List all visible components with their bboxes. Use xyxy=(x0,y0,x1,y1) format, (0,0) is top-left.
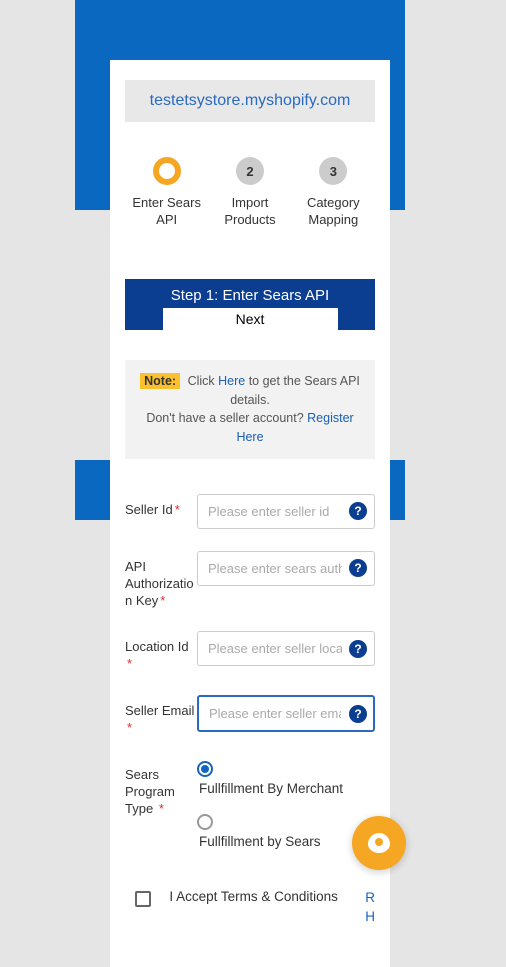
radio-merchant[interactable]: Fullfillment By Merchant xyxy=(197,761,375,796)
terms-row: I Accept Terms & Conditions RH xyxy=(125,889,375,927)
terms-link[interactable]: RH xyxy=(365,889,375,927)
terms-checkbox[interactable] xyxy=(135,891,151,907)
label-seller-id: Seller Id* xyxy=(125,494,197,519)
radio-circle-sears[interactable] xyxy=(197,814,213,830)
radio-circle-merchant[interactable] xyxy=(197,761,213,777)
help-icon[interactable]: ? xyxy=(349,502,367,520)
next-button[interactable]: Next xyxy=(163,308,338,330)
help-icon[interactable]: ? xyxy=(349,559,367,577)
radio-label-merchant: Fullfillment By Merchant xyxy=(199,781,375,796)
note-link-here[interactable]: Here xyxy=(218,374,245,388)
step-2[interactable]: 2 Import Products xyxy=(208,157,291,229)
step-indicator: Enter Sears API 2 Import Products 3 Cate… xyxy=(125,157,375,229)
note-box: Note: Click Here to get the Sears API de… xyxy=(125,360,375,459)
label-auth-key: API Authorization Key* xyxy=(125,551,197,610)
label-program-type: Sears Program Type * xyxy=(125,759,197,818)
row-location-id: Location Id * ? xyxy=(125,631,375,673)
label-location-id: Location Id * xyxy=(125,631,197,673)
note-text3: Don't have a seller account? xyxy=(146,411,307,425)
help-icon[interactable]: ? xyxy=(349,705,367,723)
step-1[interactable]: Enter Sears API xyxy=(125,157,208,229)
step-2-label: Import Products xyxy=(208,195,291,229)
chat-button[interactable] xyxy=(352,816,406,870)
help-icon[interactable]: ? xyxy=(349,640,367,658)
note-label: Note: xyxy=(140,373,180,389)
note-text1: Click xyxy=(188,374,219,388)
step-header-title: Step 1: Enter Sears API xyxy=(125,287,375,308)
row-seller-id: Seller Id* ? xyxy=(125,494,375,529)
radio-sears[interactable]: Fullfillment by Sears xyxy=(197,814,375,849)
row-seller-email: Seller Email * ? xyxy=(125,695,375,737)
store-url: testetsystore.myshopify.com xyxy=(125,80,375,122)
step-3[interactable]: 3 Category Mapping xyxy=(292,157,375,229)
terms-text: I Accept Terms & Conditions xyxy=(157,889,350,904)
row-program-type: Sears Program Type * Fullfillment By Mer… xyxy=(125,759,375,867)
row-auth-key: API Authorization Key* ? xyxy=(125,551,375,610)
step-circle-active xyxy=(153,157,181,185)
radio-label-sears: Fullfillment by Sears xyxy=(199,834,375,849)
setup-card: testetsystore.myshopify.com Enter Sears … xyxy=(110,60,390,967)
step-circle-3: 3 xyxy=(319,157,347,185)
step-1-label: Enter Sears API xyxy=(125,195,208,229)
label-seller-email: Seller Email * xyxy=(125,695,197,737)
step-header: Step 1: Enter Sears API Next xyxy=(125,279,375,330)
step-3-label: Category Mapping xyxy=(292,195,375,229)
chat-icon xyxy=(368,833,390,853)
note-text2: to get the Sears API details. xyxy=(230,374,360,407)
step-circle-2: 2 xyxy=(236,157,264,185)
